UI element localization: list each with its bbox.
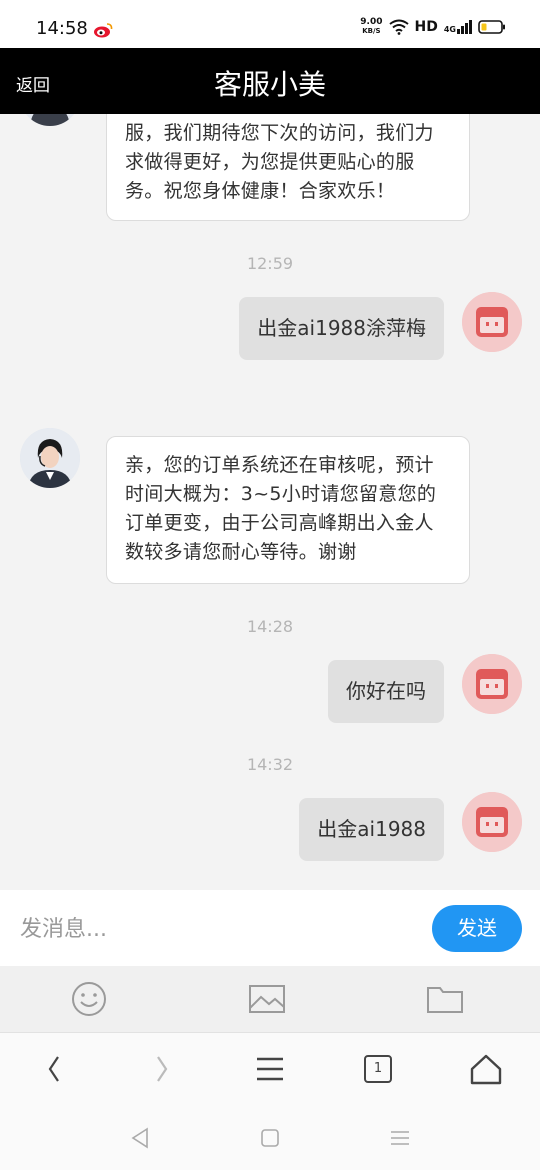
user-avatar (462, 792, 522, 852)
message-text: 你好在吗 (346, 679, 426, 703)
browser-forward-icon[interactable] (140, 1047, 184, 1091)
user-avatar (462, 292, 522, 352)
status-bar: 14:58 9.00 KB/S HD 4G (0, 0, 540, 48)
attachment-toolbar (0, 966, 540, 1033)
agent-avatar (20, 428, 80, 488)
emoji-icon[interactable] (69, 980, 109, 1018)
chat-header: 返回 客服小美 (0, 48, 540, 114)
input-bar: 发送 (0, 890, 540, 966)
battery-icon (478, 20, 505, 34)
message-agent-2: 亲，您的订单系统还在审核呢，预计时间大概为：3~5小时请您留意您的订单更变，由于… (106, 436, 470, 584)
message-text: 亲，您的订单系统还在审核呢，预计时间大概为：3~5小时请您留意您的订单更变，由于… (125, 454, 437, 563)
timestamp: 14:28 (246, 617, 294, 636)
system-recents-icon[interactable] (387, 1125, 413, 1151)
folder-icon[interactable] (425, 980, 465, 1018)
wifi-icon (388, 19, 409, 35)
network-speed: 9.00 KB/S (360, 18, 382, 36)
message-user-1: 出金ai1988涂萍梅 (239, 297, 444, 360)
message-user-3: 出金ai1988 (299, 798, 444, 861)
message-text: 服，我们期待您下次的访问，我们力求做得更好，为您提供更贴心的服务。祝您身体健康！… (125, 122, 434, 202)
speed-unit: KB/S (362, 27, 381, 35)
hd-indicator: HD (414, 19, 438, 35)
network-type: 4G (443, 25, 456, 34)
menu-icon[interactable] (248, 1047, 292, 1091)
send-button[interactable]: 发送 (432, 905, 522, 952)
agent-avatar-icon (20, 428, 80, 488)
message-text: 出金ai1988涂萍梅 (257, 316, 426, 340)
user-avatar-icon (462, 792, 522, 852)
user-avatar (462, 654, 522, 714)
browser-back-icon[interactable] (32, 1047, 76, 1091)
message-user-2: 你好在吗 (328, 660, 444, 723)
timestamp: 12:59 (246, 254, 294, 273)
tabs-button[interactable]: 1 (356, 1047, 400, 1091)
status-time: 14:58 (36, 18, 88, 39)
system-home-icon[interactable] (257, 1125, 283, 1151)
message-agent-1: 服，我们期待您下次的访问，我们力求做得更好，为您提供更贴心的服务。祝您身体健康！… (106, 114, 470, 221)
page-title: 客服小美 (213, 68, 326, 101)
message-list[interactable]: 服，我们期待您下次的访问，我们力求做得更好，为您提供更贴心的服务。祝您身体健康！… (0, 114, 540, 890)
home-icon[interactable] (464, 1047, 508, 1091)
timestamp: 14:32 (246, 755, 294, 774)
tab-count: 1 (364, 1055, 392, 1083)
system-back-icon[interactable] (127, 1125, 153, 1151)
system-nav-bar (0, 1105, 540, 1170)
agent-avatar (20, 114, 80, 126)
message-text: 出金ai1988 (317, 817, 426, 841)
user-avatar-icon (462, 654, 522, 714)
speed-value: 9.00 (360, 17, 383, 27)
signal-icon: 4G (444, 20, 472, 34)
user-avatar-icon (462, 292, 522, 352)
weibo-icon (94, 23, 113, 38)
browser-nav-bar: 1 (0, 1033, 540, 1105)
image-icon[interactable] (247, 980, 287, 1018)
status-right: 9.00 KB/S HD 4G (360, 18, 506, 36)
message-input[interactable] (18, 910, 402, 948)
